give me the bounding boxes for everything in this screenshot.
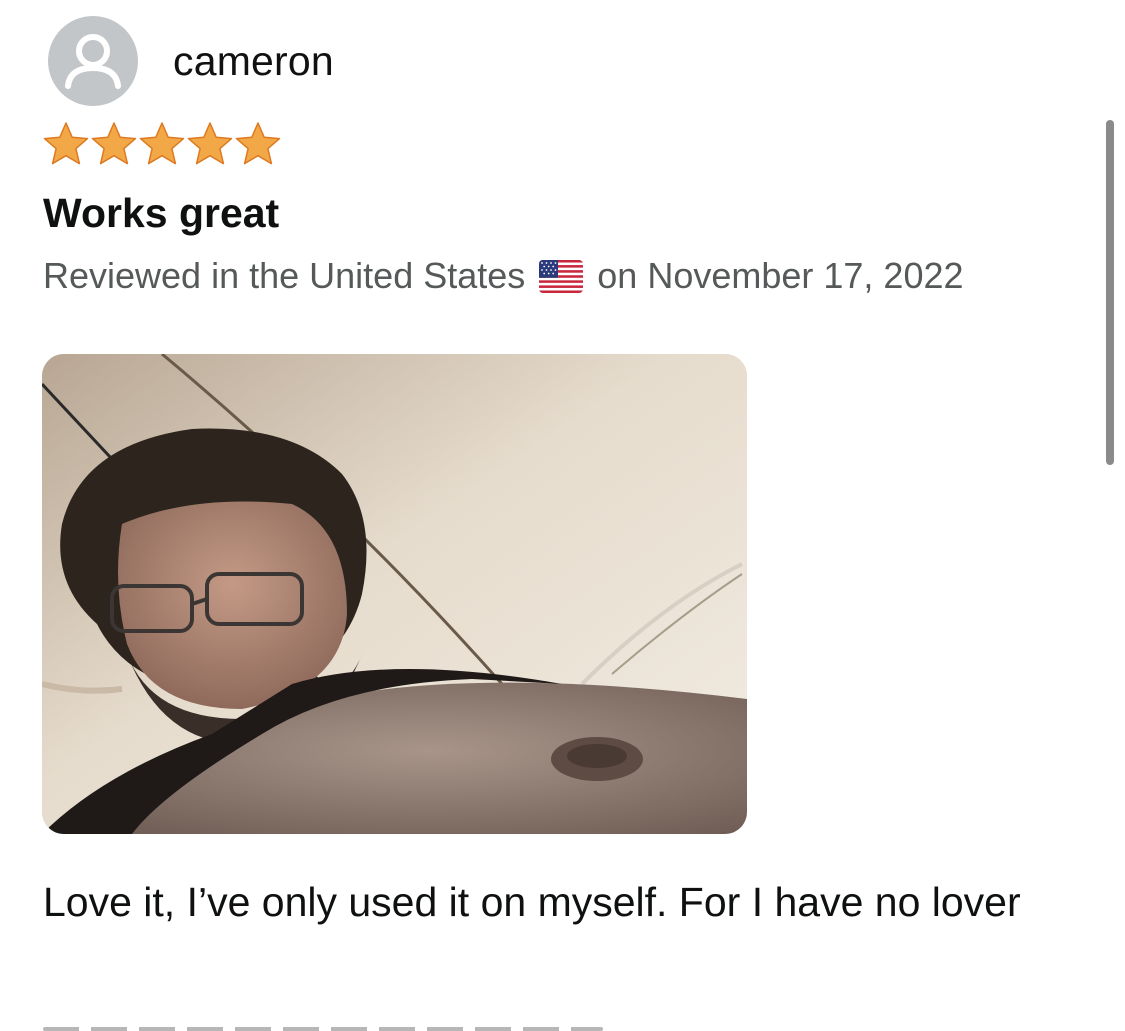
review-meta: Reviewed in the United States on Novembe… (43, 255, 964, 297)
review-body: Love it, I’ve only used it on myself. Fo… (43, 879, 1021, 925)
scrollbar-thumb[interactable] (1106, 120, 1114, 465)
star-rating (42, 120, 282, 168)
reviewer-name[interactable]: cameron (173, 38, 334, 85)
star-filled-icon (43, 122, 89, 165)
review-meta-location: Reviewed in the United States (43, 255, 526, 296)
avatar[interactable] (48, 16, 138, 106)
review-title[interactable]: Works great (43, 190, 279, 237)
helpful-count-clipped (43, 1022, 603, 1031)
star-filled-icon (187, 122, 233, 165)
user-silhouette-icon (65, 34, 121, 89)
star-filled-icon (91, 122, 137, 165)
us-flag-icon (539, 259, 584, 293)
review-meta-date: on November 17, 2022 (597, 255, 964, 296)
review-photo[interactable] (42, 354, 747, 834)
review-card: cameron Works great Reviewed in the Unit… (0, 0, 1125, 1031)
reviewer-header: cameron (48, 16, 334, 106)
star-filled-icon (139, 122, 185, 165)
star-filled-icon (235, 122, 281, 165)
review-photo-image (42, 354, 747, 834)
